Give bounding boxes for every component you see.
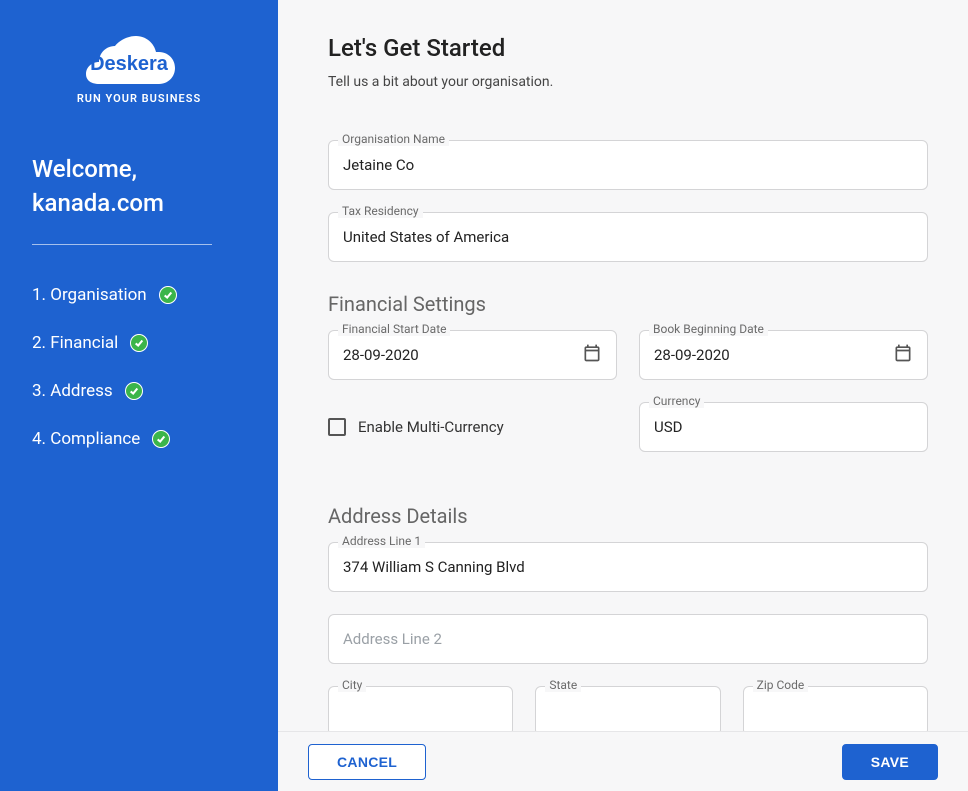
tax-residency-input-wrap[interactable] (328, 212, 928, 262)
org-name-input[interactable] (343, 156, 913, 174)
zip-input[interactable] (758, 702, 913, 720)
state-input-wrap[interactable] (535, 686, 720, 731)
form-area: Let's Get Started Tell us a bit about yo… (278, 0, 968, 731)
zip-field: Zip Code (743, 686, 928, 731)
welcome-line2: kanada.com (32, 187, 246, 221)
state-field: State (535, 686, 720, 731)
currency-label: Currency (649, 394, 704, 408)
financial-section-title: Financial Settings (328, 292, 928, 316)
step-label: 3. Address (32, 381, 113, 401)
address-line2-input[interactable] (343, 630, 913, 648)
step-label: 4. Compliance (32, 429, 140, 449)
calendar-icon[interactable] (893, 343, 913, 367)
city-input-wrap[interactable] (328, 686, 513, 731)
financial-start-input[interactable] (343, 346, 582, 364)
sidebar-item-financial[interactable]: 2. Financial (32, 333, 246, 353)
brand-text: Deskera (90, 53, 169, 75)
page-title: Let's Get Started (328, 34, 928, 62)
address-line2-input-wrap[interactable] (328, 614, 928, 664)
book-beginning-input-wrap[interactable] (639, 330, 928, 380)
multi-currency-checkbox[interactable] (328, 418, 346, 436)
step-label: 2. Financial (32, 333, 118, 353)
book-beginning-input[interactable] (654, 346, 893, 364)
brand-logo: Deskera RUN YOUR BUSINESS (32, 32, 246, 105)
currency-input-wrap[interactable] (639, 402, 928, 452)
check-icon (152, 430, 170, 448)
city-input[interactable] (343, 702, 498, 720)
check-icon (125, 382, 143, 400)
address-section-title: Address Details (328, 504, 928, 528)
book-beginning-field: Book Beginning Date (639, 330, 928, 380)
check-icon (159, 286, 177, 304)
address-line1-field: Address Line 1 (328, 542, 928, 592)
footer-bar: CANCEL SAVE (278, 731, 968, 791)
tax-residency-input[interactable] (343, 228, 913, 246)
multi-currency-row: Enable Multi-Currency (328, 402, 617, 452)
sidebar-item-address[interactable]: 3. Address (32, 381, 246, 401)
book-beginning-label: Book Beginning Date (649, 322, 768, 336)
step-label: 1. Organisation (32, 285, 147, 305)
city-label: City (338, 678, 366, 692)
cloud-icon: Deskera (79, 32, 199, 84)
tax-residency-field: Tax Residency (328, 212, 928, 262)
welcome-line1: Welcome, (32, 153, 246, 187)
main-content: Let's Get Started Tell us a bit about yo… (278, 0, 968, 791)
zip-input-wrap[interactable] (743, 686, 928, 731)
check-icon (130, 334, 148, 352)
brand-tagline: RUN YOUR BUSINESS (32, 92, 246, 105)
divider (32, 244, 212, 245)
address-line1-input-wrap[interactable] (328, 542, 928, 592)
sidebar: Deskera RUN YOUR BUSINESS Welcome, kanad… (0, 0, 278, 791)
financial-start-input-wrap[interactable] (328, 330, 617, 380)
tax-residency-label: Tax Residency (338, 204, 423, 218)
state-label: State (545, 678, 581, 692)
multi-currency-label[interactable]: Enable Multi-Currency (358, 418, 504, 436)
financial-start-label: Financial Start Date (338, 322, 450, 336)
address-line1-label: Address Line 1 (338, 534, 425, 548)
currency-field: Currency (639, 402, 928, 452)
org-name-label: Organisation Name (338, 132, 449, 146)
state-input[interactable] (550, 702, 705, 720)
address-line1-input[interactable] (343, 558, 913, 576)
sidebar-item-organisation[interactable]: 1. Organisation (32, 285, 246, 305)
sidebar-item-compliance[interactable]: 4. Compliance (32, 429, 246, 449)
financial-start-field: Financial Start Date (328, 330, 617, 380)
org-name-input-wrap[interactable] (328, 140, 928, 190)
calendar-icon[interactable] (582, 343, 602, 367)
save-button[interactable]: SAVE (842, 744, 938, 780)
city-field: City (328, 686, 513, 731)
org-name-field: Organisation Name (328, 140, 928, 190)
welcome-text: Welcome, kanada.com (32, 153, 246, 220)
cancel-button[interactable]: CANCEL (308, 744, 426, 780)
address-line2-field (328, 614, 928, 664)
step-list: 1. Organisation 2. Financial 3. Address … (32, 285, 246, 449)
currency-input[interactable] (654, 418, 913, 436)
zip-label: Zip Code (753, 678, 809, 692)
page-subtitle: Tell us a bit about your organisation. (328, 74, 928, 90)
